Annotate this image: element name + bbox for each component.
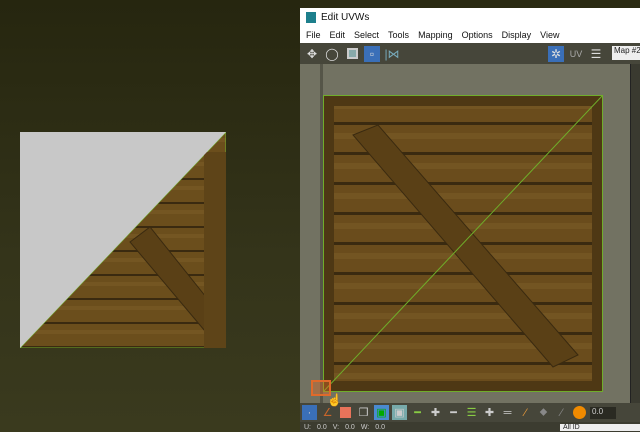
freeform-icon[interactable]: ▫ [364, 45, 380, 62]
mirror-icon[interactable]: |⋈ [384, 46, 400, 62]
w-field[interactable]: 0.0 [375, 424, 385, 431]
falloff-spinner[interactable]: 0.0 [590, 406, 616, 419]
soft-select-icon[interactable] [572, 405, 587, 420]
edge-select-icon[interactable]: ∠ [320, 405, 335, 420]
menu-file[interactable]: File [306, 30, 321, 40]
vertex-select-icon[interactable]: · [302, 405, 317, 420]
element-select-icon[interactable]: ❒ [356, 405, 371, 420]
window-title: Edit UVWs [321, 12, 370, 23]
shrink-ring-icon[interactable]: ═ [500, 405, 515, 420]
menu-tools[interactable]: Tools [388, 30, 409, 40]
face-select-icon[interactable] [338, 405, 353, 420]
loop-icon[interactable]: ━ [410, 405, 425, 420]
uv-toolbar: ✥ ◯ ▫ |⋈ ✲ UV ☰ Map #2 ( [300, 43, 640, 64]
bottom-toolbar: · ∠ ❒ ▣ ▣ ━ ✚ ━ ☰ ✚ ═ ⁄ ⬥ ⁄ 0.0 [300, 403, 640, 422]
grow-ring-icon[interactable]: ✚ [482, 405, 497, 420]
menu-select[interactable]: Select [354, 30, 379, 40]
crate-plane [20, 132, 226, 348]
grow-select-icon[interactable]: ▣ [374, 405, 389, 420]
brush-size-icon[interactable]: ⁄ [554, 405, 569, 420]
title-bar: Edit UVWs [300, 8, 640, 27]
menu-bar: File Edit Select Tools Mapping Options D… [300, 27, 640, 43]
shrink-select-icon[interactable]: ▣ [392, 405, 407, 420]
uv-label[interactable]: UV [568, 46, 584, 62]
map-select[interactable]: Map #2 ( [612, 46, 640, 60]
viewport-3d[interactable] [0, 0, 300, 432]
w-label: W: [360, 423, 370, 431]
checker-icon[interactable]: ✲ [548, 45, 564, 62]
v-label: V: [332, 423, 340, 431]
u-field[interactable]: 0.0 [317, 424, 327, 431]
id-filter[interactable]: All ID [560, 423, 640, 431]
uv-editor-viewport[interactable] [300, 64, 630, 403]
menu-edit[interactable]: Edit [330, 30, 346, 40]
list-icon[interactable]: ☰ [588, 46, 604, 62]
side-panel [630, 64, 640, 403]
3dsmax-icon [306, 12, 316, 23]
menu-mapping[interactable]: Mapping [418, 30, 453, 40]
menu-view[interactable]: View [540, 30, 559, 40]
edit-uvws-window: Edit UVWs File Edit Select Tools Mapping… [300, 8, 640, 432]
rotate-icon[interactable]: ◯ [324, 46, 340, 62]
scale-icon[interactable] [344, 46, 360, 62]
hand-cursor-icon: ☝ [327, 393, 342, 407]
move-icon[interactable]: ✥ [304, 46, 320, 62]
brush-icon[interactable]: ⬥ [536, 405, 551, 420]
grow-loop-icon[interactable]: ✚ [428, 405, 443, 420]
menu-display[interactable]: Display [502, 30, 532, 40]
status-bar: U: 0.0 V: 0.0 W: 0.0 All ID [300, 422, 640, 432]
ring-icon[interactable]: ☰ [464, 405, 479, 420]
paint-select-icon[interactable]: ⁄ [518, 405, 533, 420]
u-label: U: [304, 423, 311, 431]
crate-texture [323, 95, 603, 392]
shrink-loop-icon[interactable]: ━ [446, 405, 461, 420]
menu-options[interactable]: Options [462, 30, 493, 40]
v-field[interactable]: 0.0 [345, 424, 355, 431]
